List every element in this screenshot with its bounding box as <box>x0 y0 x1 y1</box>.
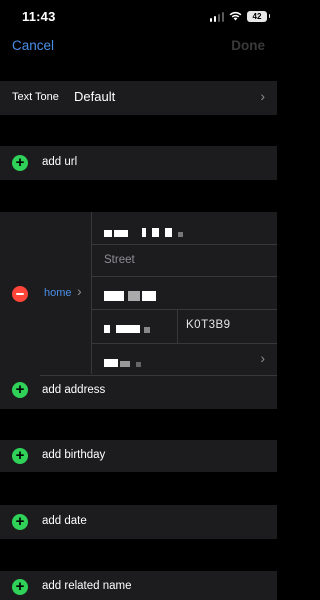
address-type-label[interactable]: home <box>44 287 72 299</box>
street-line-1-field[interactable] <box>104 224 224 237</box>
chevron-right-icon: › <box>260 88 265 104</box>
add-icon: + <box>12 514 28 530</box>
add-date-label: add date <box>42 515 87 527</box>
status-icons: 42 <box>209 9 270 23</box>
add-icon[interactable]: + <box>12 382 28 398</box>
chevron-right-icon[interactable]: › <box>260 350 265 366</box>
status-time: 11:43 <box>22 9 56 24</box>
add-url-row[interactable]: + add url <box>0 146 277 180</box>
country-field[interactable] <box>104 354 164 367</box>
remove-address-icon[interactable] <box>12 286 28 302</box>
done-button[interactable]: Done <box>231 38 265 53</box>
add-icon: + <box>12 579 28 595</box>
add-birthday-label: add birthday <box>42 449 106 461</box>
add-url-label: add url <box>42 156 78 168</box>
battery-icon: 42 <box>247 10 270 22</box>
wifi-icon <box>229 11 242 21</box>
text-tone-label: Text Tone <box>12 91 59 103</box>
signal-icon <box>209 11 224 22</box>
add-address-label[interactable]: add address <box>42 384 105 396</box>
postal-code-field[interactable]: K0T3B9 <box>186 319 231 331</box>
add-icon: + <box>12 448 28 464</box>
add-birthday-row[interactable]: + add birthday <box>0 440 277 472</box>
chevron-right-icon: › <box>77 283 82 299</box>
city-field[interactable] <box>104 288 164 301</box>
cancel-button[interactable]: Cancel <box>12 38 54 53</box>
address-section: home › Street K0T3B9 › + add address <box>0 212 277 409</box>
add-related-name-label: add related name <box>42 580 132 592</box>
street-field[interactable]: Street <box>104 254 135 266</box>
province-field[interactable] <box>104 320 164 333</box>
text-tone-value: Default <box>74 89 116 104</box>
add-date-row[interactable]: + add date <box>0 505 277 539</box>
add-icon: + <box>12 155 28 171</box>
add-related-name-row[interactable]: + add related name <box>0 571 277 600</box>
text-tone-row[interactable]: Text Tone Default › <box>0 81 277 115</box>
